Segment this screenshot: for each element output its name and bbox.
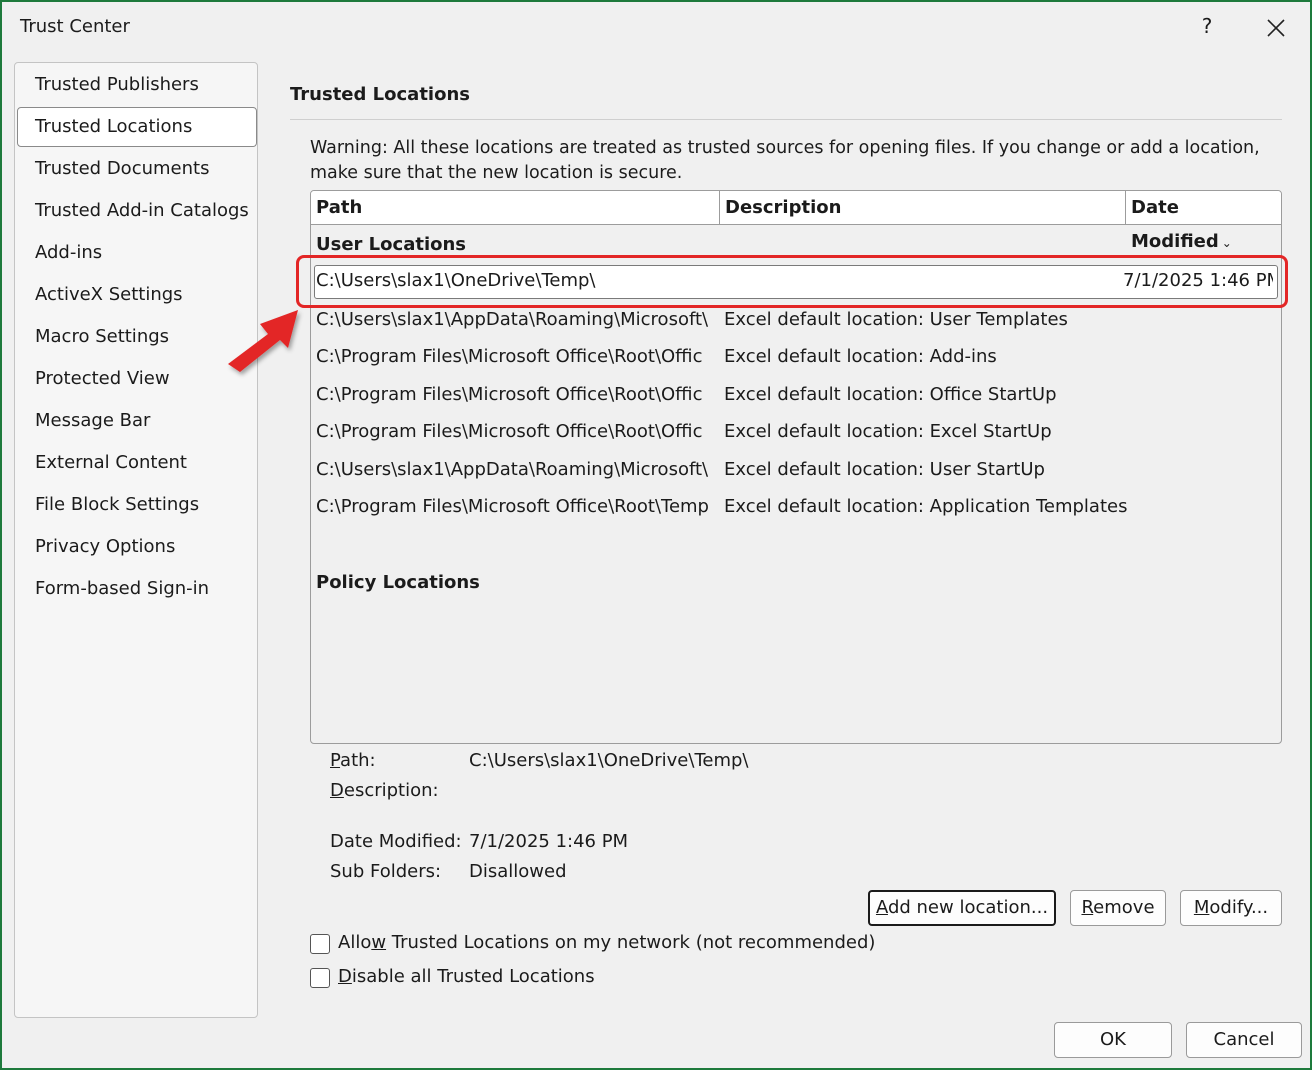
allow-network-label[interactable]: Allow Trusted Locations on my network (n…	[338, 932, 875, 953]
cell-description: Excel default location: Add-ins	[724, 346, 997, 367]
cell-description: Excel default location: Office StartUp	[724, 384, 1057, 405]
sidebar-item-trusted-documents[interactable]: Trusted Documents	[17, 149, 257, 189]
allow-network-checkbox[interactable]	[310, 934, 330, 954]
table-row[interactable]: C:\Program Files\Microsoft Office\Root\O…	[311, 339, 1281, 375]
date-modified-label: Date Modified:	[330, 831, 462, 852]
trust-center-dialog: Trust Center ? Trusted Publishers Truste…	[0, 0, 1312, 1070]
path-value: C:\Users\slax1\OneDrive\Temp\	[469, 750, 749, 771]
cell-description: Excel default location: Application Temp…	[724, 496, 1128, 517]
section-divider	[290, 119, 1282, 120]
sub-folders-value: Disallowed	[469, 861, 567, 882]
column-header-path[interactable]: Path	[311, 191, 719, 225]
title-bar: Trust Center ?	[4, 4, 1312, 50]
table-row[interactable]: C:\Program Files\Microsoft Office\Root\O…	[311, 414, 1281, 450]
red-arrow-icon	[228, 310, 298, 372]
sidebar-item-trusted-addin-catalogs[interactable]: Trusted Add-in Catalogs	[17, 191, 257, 231]
description-label: Description:	[330, 780, 439, 801]
modify-button[interactable]: Modify...	[1180, 890, 1282, 926]
table-row[interactable]: C:\Program Files\Microsoft Office\Root\T…	[311, 489, 1281, 525]
help-button[interactable]: ?	[1194, 14, 1220, 42]
sidebar-item-addins[interactable]: Add-ins	[17, 233, 257, 273]
table-header: Path Description Date Modified ⌄	[311, 191, 1281, 252]
cell-description: Excel default location: Excel StartUp	[724, 421, 1052, 442]
sidebar-item-trusted-publishers[interactable]: Trusted Publishers	[17, 65, 257, 105]
close-icon[interactable]	[1260, 12, 1292, 44]
path-label: Path:	[330, 750, 376, 771]
group-label-user-locations: User Locations	[316, 234, 467, 255]
cell-description: Excel default location: User StartUp	[724, 459, 1045, 480]
sidebar-item-privacy-options[interactable]: Privacy Options	[17, 527, 257, 567]
sidebar-item-message-bar[interactable]: Message Bar	[17, 401, 257, 441]
cell-path: C:\Program Files\Microsoft Office\Root\O…	[316, 384, 703, 405]
cancel-button[interactable]: Cancel	[1186, 1022, 1302, 1058]
add-new-location-button[interactable]: Add new location...	[868, 890, 1056, 926]
ok-button[interactable]: OK	[1054, 1022, 1172, 1058]
cell-path: C:\Program Files\Microsoft Office\Root\O…	[316, 346, 703, 367]
sidebar: Trusted Publishers Trusted Locations Tru…	[14, 62, 258, 1018]
remove-button[interactable]: Remove	[1070, 890, 1166, 926]
table-row[interactable]: C:\Users\slax1\AppData\Roaming\Microsoft…	[311, 452, 1281, 488]
table-row[interactable]: C:\Program Files\Microsoft Office\Root\O…	[311, 377, 1281, 413]
disable-all-label[interactable]: Disable all Trusted Locations	[338, 966, 595, 987]
cell-path: C:\Users\slax1\AppData\Roaming\Microsoft…	[316, 459, 709, 480]
column-header-date-label: Date Modified	[1131, 197, 1219, 252]
disable-all-checkbox[interactable]	[310, 968, 330, 988]
sidebar-item-file-block-settings[interactable]: File Block Settings	[17, 485, 257, 525]
warning-text: Warning: All these locations are treated…	[310, 138, 1260, 183]
cell-path: C:\Program Files\Microsoft Office\Root\T…	[316, 496, 709, 517]
date-modified-value: 7/1/2025 1:46 PM	[469, 831, 629, 852]
window-title: Trust Center	[20, 16, 130, 37]
column-header-date-modified[interactable]: Date Modified ⌄	[1126, 191, 1281, 252]
red-highlight-box	[296, 255, 1288, 308]
sidebar-item-form-based-signin[interactable]: Form-based Sign-in	[17, 569, 257, 609]
sidebar-item-trusted-locations[interactable]: Trusted Locations	[17, 107, 257, 147]
sidebar-item-external-content[interactable]: External Content	[17, 443, 257, 483]
column-header-description[interactable]: Description	[720, 191, 1125, 225]
section-title: Trusted Locations	[290, 84, 470, 105]
group-label-policy-locations: Policy Locations	[316, 572, 480, 593]
cell-path: C:\Program Files\Microsoft Office\Root\O…	[316, 421, 703, 442]
sub-folders-label: Sub Folders:	[330, 861, 442, 882]
chevron-down-icon: ⌄	[1221, 236, 1232, 250]
